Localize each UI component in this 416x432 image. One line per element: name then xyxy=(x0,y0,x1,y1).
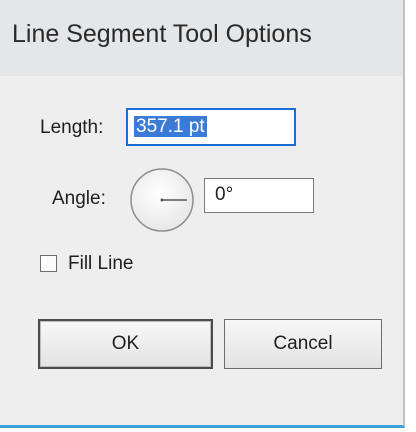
cancel-button-label: Cancel xyxy=(273,333,333,354)
angle-dial[interactable] xyxy=(129,167,195,233)
length-value: 357.1 pt xyxy=(134,116,207,137)
line-segment-tool-options-dialog: Line Segment Tool Options Length: 357.1 … xyxy=(0,0,405,428)
length-label: Length: xyxy=(40,117,104,138)
title-bar[interactable]: Line Segment Tool Options xyxy=(0,0,403,76)
fill-line-label[interactable]: Fill Line xyxy=(68,253,133,275)
angle-input[interactable]: 0° xyxy=(204,178,314,213)
dial-center xyxy=(160,198,164,202)
ok-button-label: OK xyxy=(111,333,140,354)
length-input[interactable]: 357.1 pt xyxy=(126,108,296,146)
ok-button[interactable]: OK xyxy=(38,319,213,369)
angle-label: Angle: xyxy=(52,188,106,209)
dialog-title: Line Segment Tool Options xyxy=(12,20,312,48)
fill-line-checkbox[interactable] xyxy=(40,255,57,272)
cancel-button[interactable]: Cancel xyxy=(224,319,382,369)
angle-value: 0° xyxy=(215,184,234,205)
